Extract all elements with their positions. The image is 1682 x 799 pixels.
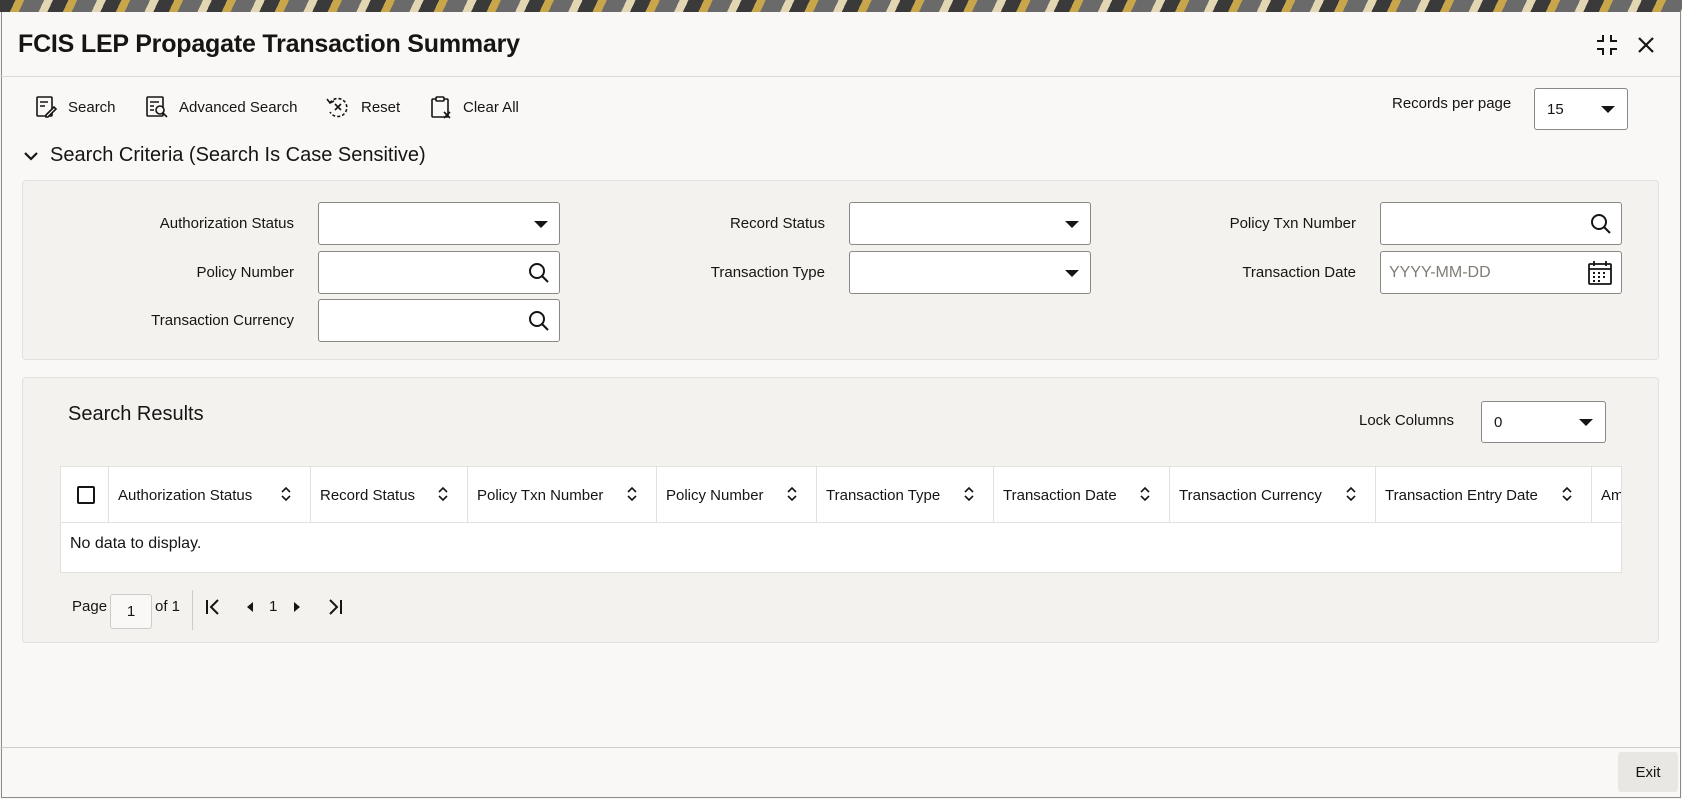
transaction-currency-label: Transaction Currency <box>151 312 294 329</box>
column-header[interactable]: Transaction Entry Date <box>1376 467 1592 523</box>
column-header[interactable]: Policy Txn Number <box>468 467 657 523</box>
exit-button[interactable]: Exit <box>1618 752 1678 792</box>
close-button[interactable] <box>1633 32 1659 58</box>
lock-columns-value: 0 <box>1494 413 1503 431</box>
chevron-down-icon <box>24 151 38 161</box>
chevron-down-icon <box>534 220 548 228</box>
current-page-number: 1 <box>269 598 278 615</box>
search-icon[interactable] <box>527 309 551 333</box>
column-header[interactable]: Record Status <box>311 467 468 523</box>
search-criteria-heading: Search Criteria (Search Is Case Sensitiv… <box>50 144 426 166</box>
column-header[interactable]: Authorization Status <box>109 467 311 523</box>
decorative-header-strip <box>0 0 1682 12</box>
select-all-checkbox[interactable] <box>77 486 95 504</box>
authorization-status-label: Authorization Status <box>159 215 294 232</box>
advanced-search-button[interactable]: Advanced Search <box>145 94 297 120</box>
search-results-heading: Search Results <box>68 403 204 425</box>
column-header[interactable]: Transaction Date <box>994 467 1170 523</box>
record-status-label: Record Status <box>729 215 825 232</box>
sort-icon <box>964 486 974 502</box>
page-title: FCIS LEP Propagate Transaction Summary <box>18 30 520 58</box>
search-doc-icon <box>36 96 58 118</box>
sort-icon <box>1346 486 1356 502</box>
expand-button[interactable] <box>1594 32 1620 58</box>
clear-all-button[interactable]: Clear All <box>429 94 519 120</box>
records-per-page-value: 15 <box>1547 100 1564 118</box>
page-number-input[interactable]: 1 <box>110 594 152 629</box>
search-button[interactable]: Search <box>34 94 116 120</box>
transaction-currency-field[interactable] <box>318 299 560 342</box>
records-per-page-select[interactable]: 15 <box>1534 88 1628 130</box>
table-header-row: Authorization Status Record Status Polic… <box>61 467 1622 523</box>
page-number-value: 1 <box>126 603 136 620</box>
search-criteria-toggle[interactable]: Search Criteria (Search Is Case Sensitiv… <box>24 144 426 167</box>
column-header-label: Transaction Date <box>1003 486 1117 504</box>
transaction-date-field[interactable]: YYYY-MM-DD <box>1380 251 1622 294</box>
column-header[interactable]: Transaction Type <box>817 467 994 523</box>
policy-number-label: Policy Number <box>196 264 294 281</box>
sort-icon <box>627 486 637 502</box>
transaction-date-label: Transaction Date <box>1242 264 1356 281</box>
column-header-label: Policy Number <box>666 486 764 504</box>
transaction-type-select[interactable] <box>849 251 1091 294</box>
calendar-icon[interactable] <box>1587 260 1613 286</box>
lock-columns-select[interactable]: 0 <box>1481 401 1606 443</box>
column-header[interactable]: Transaction Currency <box>1170 467 1376 523</box>
search-icon[interactable] <box>1589 212 1613 236</box>
authorization-status-select[interactable] <box>318 202 560 245</box>
empty-table-message: No data to display. <box>70 535 202 552</box>
next-page-icon[interactable] <box>291 598 303 616</box>
chevron-down-icon <box>1579 419 1593 426</box>
column-header[interactable]: Policy Number <box>657 467 817 523</box>
page-total-label: of 1 <box>155 598 181 615</box>
first-page-icon[interactable] <box>204 598 222 616</box>
column-header[interactable]: Am <box>1592 467 1622 523</box>
reset-button-label: Reset <box>361 98 401 116</box>
policy-txn-number-field[interactable] <box>1380 202 1622 245</box>
column-header-label: Am <box>1601 486 1622 504</box>
advanced-search-icon <box>146 96 168 118</box>
page-label: Page <box>72 598 108 615</box>
chevron-down-icon <box>1065 220 1079 228</box>
last-page-icon[interactable] <box>326 598 344 616</box>
sort-icon <box>438 486 448 502</box>
lock-columns-label: Lock Columns <box>1359 412 1455 429</box>
search-icon[interactable] <box>527 261 551 285</box>
sort-icon <box>1140 486 1150 502</box>
advanced-search-label: Advanced Search <box>179 98 298 116</box>
chevron-down-icon <box>1065 269 1079 277</box>
search-button-label: Search <box>68 98 116 116</box>
footer-divider <box>0 747 1680 748</box>
policy-txn-number-label: Policy Txn Number <box>1229 215 1356 232</box>
sort-icon <box>281 486 291 502</box>
column-header-label: Policy Txn Number <box>477 486 604 504</box>
column-header-label: Transaction Currency <box>1179 486 1322 504</box>
column-header-label: Transaction Entry Date <box>1385 486 1538 504</box>
sort-icon <box>787 486 797 502</box>
clear-all-icon <box>431 96 451 119</box>
clear-all-label: Clear All <box>463 98 519 116</box>
column-header-label: Record Status <box>320 486 416 504</box>
records-per-page-label: Records per page <box>1392 95 1512 112</box>
expand-icon <box>1597 35 1617 55</box>
title-divider <box>0 76 1680 77</box>
pager-divider <box>192 590 193 630</box>
reset-button[interactable]: Reset <box>325 94 400 120</box>
chevron-down-icon <box>1601 106 1615 113</box>
transaction-type-label: Transaction Type <box>710 264 825 281</box>
sort-icon <box>1562 486 1572 502</box>
record-status-select[interactable] <box>849 202 1091 245</box>
select-all-column <box>61 467 109 523</box>
column-header-label: Authorization Status <box>118 486 253 504</box>
reset-icon <box>326 97 348 118</box>
policy-number-field[interactable] <box>318 251 560 294</box>
transaction-date-placeholder: YYYY-MM-DD <box>1389 264 1491 281</box>
column-header-label: Transaction Type <box>826 486 941 504</box>
exit-button-label: Exit <box>1635 763 1661 781</box>
close-icon <box>1638 37 1654 53</box>
results-table: Authorization Status Record Status Polic… <box>60 466 1622 573</box>
previous-page-icon[interactable] <box>244 598 256 616</box>
